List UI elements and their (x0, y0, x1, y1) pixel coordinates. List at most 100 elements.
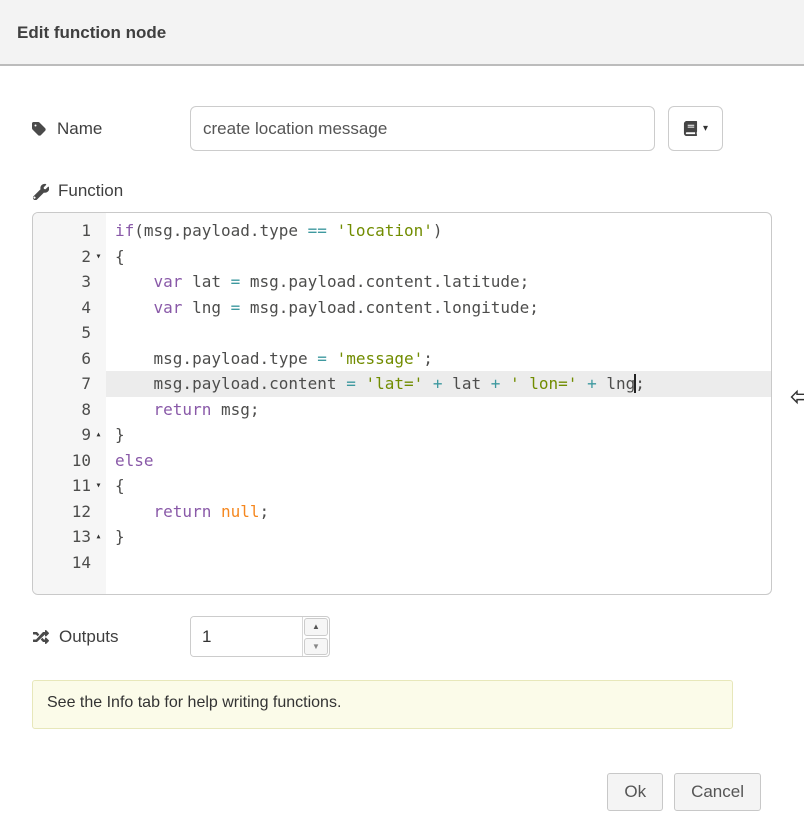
gutter-cell: 6 (33, 346, 106, 372)
gutter-cell: 10 (33, 448, 106, 474)
code-token: if (115, 221, 134, 240)
code-line[interactable]: } (106, 422, 771, 448)
gutter-cell: 7 (33, 371, 106, 397)
code-token (115, 272, 154, 291)
code-token: msg.payload.content.latitude; (240, 272, 529, 291)
code-token: else (115, 451, 154, 470)
code-token: lat (443, 374, 491, 393)
code-token: = (231, 298, 241, 317)
gutter-cell: 12 (33, 499, 106, 525)
code-token: lng (597, 374, 636, 393)
code-line[interactable] (106, 550, 771, 576)
dialog-footer: Ok Cancel (32, 773, 772, 811)
code-line[interactable]: msg.payload.content = 'lat=' + lat + ' l… (106, 371, 771, 397)
code-token: lat (182, 272, 230, 291)
outputs-input[interactable] (191, 617, 302, 656)
code-token (500, 374, 510, 393)
spinner-buttons: ▲ ▼ (302, 617, 329, 656)
code-token: ) (433, 221, 443, 240)
code-token: { (115, 247, 125, 266)
outputs-spinner: ▲ ▼ (190, 616, 330, 657)
dialog-body: Name ▾ Function 12▾3456789▴1011▾1213▴14 … (0, 106, 804, 811)
code-token: 'message' (337, 349, 424, 368)
caret-down-icon: ▼ (312, 642, 320, 651)
code-editor[interactable]: 12▾3456789▴1011▾1213▴14 if(msg.payload.t… (32, 212, 772, 595)
fold-down-icon[interactable]: ▾ (91, 251, 106, 262)
name-input[interactable] (190, 106, 655, 151)
chevron-down-icon: ▾ (703, 123, 708, 134)
caret-up-icon: ▲ (312, 622, 320, 631)
form-tips: See the Info tab for help writing functi… (32, 680, 733, 729)
name-label: Name (32, 119, 190, 139)
code-token: null (221, 502, 260, 521)
code-token: = (231, 272, 241, 291)
code-token: + (433, 374, 443, 393)
fold-down-icon[interactable]: ▾ (91, 480, 106, 491)
code-token: ; (423, 349, 433, 368)
editor-code[interactable]: if(msg.payload.type == 'location'){ var … (106, 213, 771, 594)
code-token: msg.payload.type (115, 349, 317, 368)
code-line[interactable]: var lat = msg.payload.content.latitude; (106, 269, 771, 295)
ok-button[interactable]: Ok (607, 773, 663, 811)
gutter-cell: 1 (33, 218, 106, 244)
tag-icon (32, 121, 48, 137)
code-token: == (308, 221, 327, 240)
code-line[interactable]: return null; (106, 499, 771, 525)
spinner-up-button[interactable]: ▲ (304, 618, 328, 636)
library-button[interactable]: ▾ (668, 106, 723, 151)
code-token (115, 298, 154, 317)
code-token (423, 374, 433, 393)
spinner-down-button[interactable]: ▼ (304, 638, 328, 656)
function-row: Function (32, 181, 772, 201)
code-token: var (154, 298, 183, 317)
fold-up-icon[interactable]: ▴ (91, 429, 106, 440)
gutter-cell: 8 (33, 397, 106, 423)
code-line[interactable]: msg.payload.type = 'message'; (106, 346, 771, 372)
code-token (577, 374, 587, 393)
code-token: } (115, 527, 125, 546)
code-token: (msg.payload.type (134, 221, 307, 240)
code-line[interactable]: var lng = msg.payload.content.longitude; (106, 295, 771, 321)
code-token: { (115, 476, 125, 495)
wrench-icon (32, 183, 49, 200)
dialog-header: Edit function node (0, 0, 804, 66)
code-token: ' lon=' (510, 374, 577, 393)
code-line[interactable]: return msg; (106, 397, 771, 423)
code-token: var (154, 272, 183, 291)
code-line[interactable]: } (106, 524, 771, 550)
code-token: msg.payload.content.longitude; (240, 298, 539, 317)
gutter-cell: 2▾ (33, 244, 106, 270)
code-token: + (587, 374, 597, 393)
gutter-cell: 14 (33, 550, 106, 576)
gutter-cell: 11▾ (33, 473, 106, 499)
gutter-cell: 4 (33, 295, 106, 321)
code-token (211, 502, 221, 521)
code-token: } (115, 425, 125, 444)
outputs-label: Outputs (32, 627, 190, 647)
code-line[interactable]: { (106, 473, 771, 499)
code-line[interactable]: { (106, 244, 771, 270)
gutter-cell: 13▴ (33, 524, 106, 550)
code-token: 'location' (337, 221, 433, 240)
code-line[interactable] (106, 320, 771, 346)
code-token: return (154, 400, 212, 419)
book-icon (683, 121, 698, 136)
name-label-text: Name (57, 119, 102, 139)
code-token: + (491, 374, 501, 393)
code-token (327, 221, 337, 240)
dialog-title: Edit function node (17, 23, 166, 42)
fold-up-icon[interactable]: ▴ (91, 531, 106, 542)
function-label: Function (32, 181, 190, 201)
cancel-button[interactable]: Cancel (674, 773, 761, 811)
code-line[interactable]: else (106, 448, 771, 474)
gutter-cell: 9▴ (33, 422, 106, 448)
code-token: ; (635, 374, 645, 393)
code-line[interactable]: if(msg.payload.type == 'location') (106, 218, 771, 244)
gutter-cell: 5 (33, 320, 106, 346)
outputs-label-text: Outputs (59, 627, 119, 647)
code-token: lng (182, 298, 230, 317)
code-token: return (154, 502, 212, 521)
code-token: = (346, 374, 356, 393)
code-token: = (317, 349, 327, 368)
code-token: ; (260, 502, 270, 521)
